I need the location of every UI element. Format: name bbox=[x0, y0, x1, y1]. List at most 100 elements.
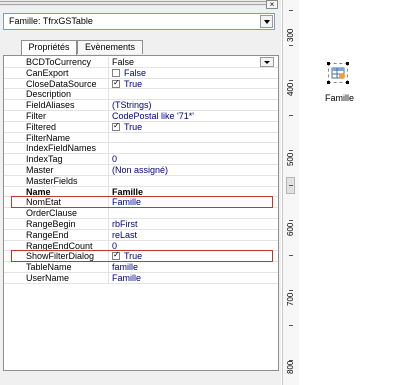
property-row[interactable]: CanExport False bbox=[4, 67, 278, 79]
property-value[interactable]: famille bbox=[112, 262, 138, 272]
property-name: Filter bbox=[26, 111, 46, 121]
ruler-tick bbox=[289, 255, 293, 256]
property-row[interactable]: RangeEnd reLast bbox=[4, 229, 278, 241]
property-name: RangeEnd bbox=[26, 229, 69, 240]
ruler-tick bbox=[289, 220, 293, 221]
column-divider bbox=[108, 132, 109, 143]
property-value[interactable]: True bbox=[124, 79, 142, 89]
property-row[interactable]: OrderClause bbox=[4, 208, 278, 219]
property-value[interactable]: Famille bbox=[112, 187, 143, 197]
property-row[interactable]: CloseDataSource True bbox=[4, 78, 278, 90]
highlight-box bbox=[11, 196, 273, 209]
ruler-label: 400 bbox=[286, 82, 295, 96]
property-checkbox[interactable] bbox=[112, 78, 120, 88]
property-name: IndexFieldNames bbox=[26, 143, 97, 154]
column-divider bbox=[108, 121, 109, 132]
property-value[interactable]: CodePostal like '71*' bbox=[112, 111, 194, 121]
property-row[interactable]: Description bbox=[4, 89, 278, 101]
column-divider bbox=[108, 165, 109, 175]
property-row[interactable]: Filtered True bbox=[4, 121, 278, 133]
ruler-tick bbox=[289, 150, 293, 151]
property-row[interactable]: FilterName bbox=[4, 132, 278, 144]
property-name: UserName bbox=[26, 273, 70, 283]
component-label: Famille bbox=[325, 93, 355, 103]
property-name: Filtered bbox=[26, 121, 57, 132]
property-value[interactable]: reLast bbox=[112, 230, 137, 240]
inspector-top-strip bbox=[0, 0, 281, 7]
property-checkbox[interactable] bbox=[112, 121, 120, 131]
column-divider bbox=[108, 240, 109, 251]
property-value[interactable]: 0 bbox=[112, 241, 117, 251]
column-divider bbox=[108, 78, 109, 89]
property-row[interactable]: Master (Non assigné) bbox=[4, 165, 278, 176]
ruler-tick bbox=[289, 80, 293, 81]
property-row[interactable]: IndexTag 0 bbox=[4, 154, 278, 165]
property-row[interactable]: MasterFields bbox=[4, 175, 278, 187]
property-row[interactable]: UserName Famille bbox=[4, 273, 278, 284]
column-divider bbox=[108, 100, 109, 111]
property-row[interactable]: IndexFieldNames bbox=[4, 143, 278, 155]
property-value[interactable]: (Non assigné) bbox=[112, 165, 168, 175]
property-value[interactable]: False bbox=[112, 57, 134, 67]
column-divider bbox=[108, 219, 109, 229]
column-divider bbox=[108, 154, 109, 165]
property-value[interactable]: rbFirst bbox=[112, 219, 138, 229]
chevron-down-icon[interactable] bbox=[260, 15, 273, 28]
ruler-label: 800 bbox=[286, 360, 295, 374]
column-divider bbox=[108, 67, 109, 78]
ruler-label: 500 bbox=[286, 152, 295, 166]
ruler-tick bbox=[289, 45, 293, 46]
component-select[interactable]: Famille: TfrxGSTable bbox=[3, 13, 275, 30]
column-divider bbox=[108, 57, 109, 67]
property-value[interactable]: (TStrings) bbox=[112, 100, 152, 110]
column-divider bbox=[108, 175, 109, 186]
property-row[interactable]: FieldAliases (TStrings) bbox=[4, 100, 278, 111]
tab-events[interactable]: Evènements bbox=[77, 40, 143, 54]
property-name: IndexTag bbox=[26, 154, 63, 165]
property-name: RangeBegin bbox=[26, 219, 76, 229]
chevron-down-icon[interactable] bbox=[260, 57, 274, 67]
ruler-tick bbox=[289, 115, 293, 116]
inspector-tabs: Propriétés Evènements bbox=[3, 40, 275, 55]
highlight-box bbox=[11, 250, 273, 263]
ruler-tick bbox=[289, 10, 293, 11]
property-name: CanExport bbox=[26, 67, 69, 78]
column-divider bbox=[108, 111, 109, 121]
property-name: MasterFields bbox=[26, 175, 78, 186]
property-name: FilterName bbox=[26, 132, 71, 143]
component-select-value: Famille: TfrxGSTable bbox=[9, 16, 93, 26]
ruler-tick bbox=[289, 360, 293, 361]
property-name: TableName bbox=[26, 262, 72, 273]
close-icon[interactable]: × bbox=[266, 0, 278, 9]
table-component-icon[interactable] bbox=[327, 62, 349, 84]
property-value[interactable]: False bbox=[124, 68, 146, 78]
property-name: Description bbox=[26, 89, 72, 100]
property-name: BCDToCurrency bbox=[26, 57, 92, 67]
column-divider bbox=[108, 186, 109, 197]
property-row[interactable]: BCDToCurrency False bbox=[4, 57, 278, 68]
property-value[interactable]: True bbox=[124, 122, 142, 132]
column-divider bbox=[108, 89, 109, 100]
ruler-tick bbox=[289, 290, 293, 291]
property-name: RangeEndCount bbox=[26, 240, 93, 251]
property-row[interactable]: RangeBegin rbFirst bbox=[4, 219, 278, 230]
object-inspector: × Famille: TfrxGSTable Propriétés Evènem… bbox=[0, 0, 281, 385]
ruler-label: 600 bbox=[286, 222, 295, 236]
vertical-ruler: 300 400 500 600 700 800 bbox=[282, 0, 299, 385]
column-divider bbox=[108, 273, 109, 283]
property-value[interactable]: 0 bbox=[112, 154, 117, 164]
property-checkbox[interactable] bbox=[112, 68, 120, 77]
ruler-label: 700 bbox=[286, 292, 295, 306]
ruler-tick bbox=[289, 325, 293, 326]
property-name: FieldAliases bbox=[26, 100, 75, 111]
property-name: Master bbox=[26, 165, 54, 175]
property-value[interactable]: Famille bbox=[112, 273, 141, 283]
property-row[interactable]: TableName famille bbox=[4, 262, 278, 273]
column-divider bbox=[108, 208, 109, 219]
tab-properties[interactable]: Propriétés bbox=[21, 40, 77, 55]
column-divider bbox=[108, 143, 109, 154]
property-row[interactable]: Filter CodePostal like '71*' bbox=[4, 111, 278, 122]
property-grid: BCDToCurrency False CanExport False CloseDat… bbox=[3, 55, 279, 371]
ruler-label: 300 bbox=[286, 28, 295, 42]
property-name: CloseDataSource bbox=[26, 78, 97, 89]
